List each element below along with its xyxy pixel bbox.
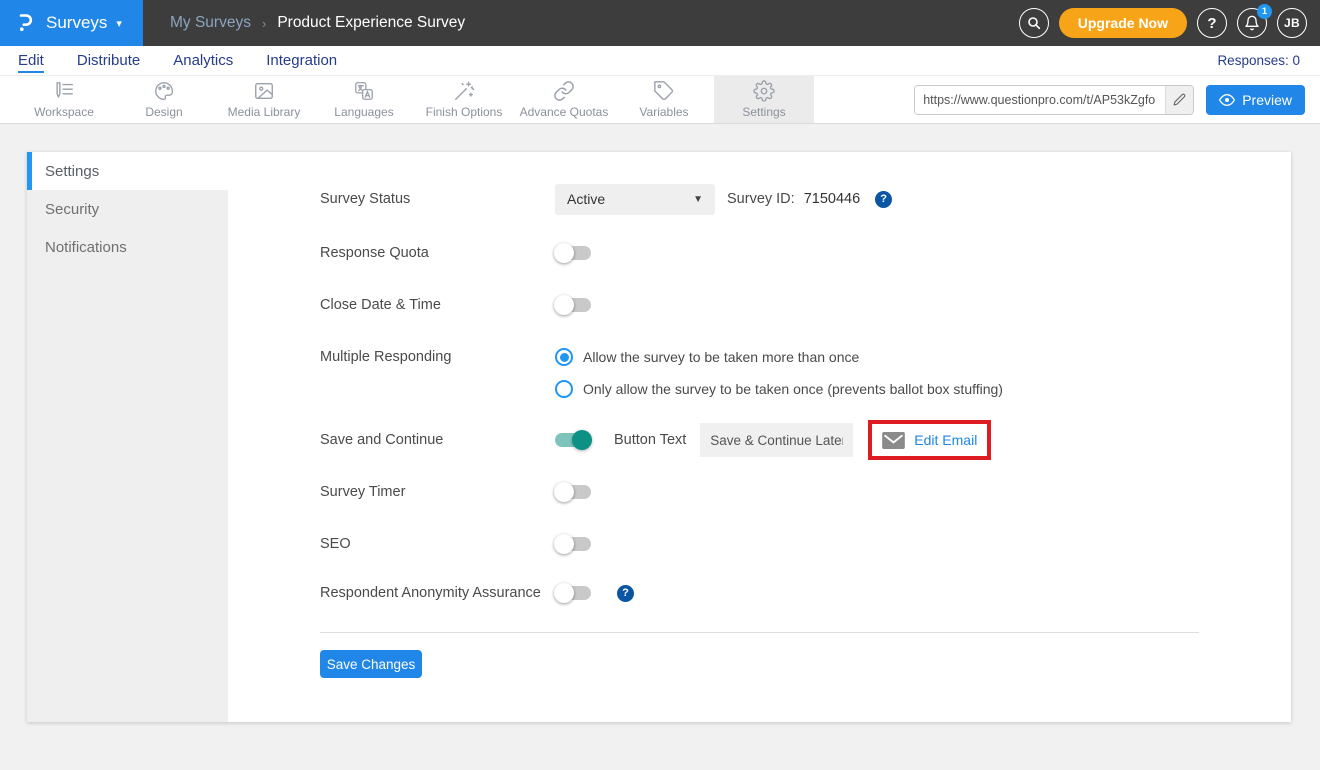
survey-id-help-icon[interactable]: ? [875,191,892,208]
breadcrumb-parent[interactable]: My Surveys [170,14,251,32]
survey-nav-tabs: Edit Distribute Analytics Integration Re… [0,46,1320,76]
tab-integration[interactable]: Integration [266,52,337,69]
button-text-label: Button Text [614,432,686,448]
seo-toggle[interactable] [555,537,591,551]
row-multiple-responding: Multiple Responding Allow the survey to … [320,346,1003,400]
wand-icon [453,80,475,102]
palette-icon [153,80,175,102]
response-quota-toggle[interactable] [555,246,591,260]
row-anonymity: Respondent Anonymity Assurance ? [320,577,634,609]
tab-distribute[interactable]: Distribute [77,52,140,69]
toolbar-item-workspace[interactable]: Workspace [14,76,114,123]
edit-toolbar: Workspace Design Media Library Lang [0,76,1320,124]
help-button[interactable]: ? [1197,8,1227,38]
save-and-continue-label: Save and Continue [320,432,555,448]
breadcrumb: My Surveys › Product Experience Survey [170,14,465,32]
notifications-button[interactable]: 1 [1237,8,1267,38]
toolbar-item-design[interactable]: Design [114,76,214,123]
survey-id-value: 7150446 [804,191,860,207]
multiple-responding-options: Allow the survey to be taken more than o… [555,346,1003,400]
search-icon [1026,15,1042,31]
responses-count: Responses: 0 [1217,53,1320,68]
survey-timer-toggle[interactable] [555,485,591,499]
toolbar-item-finish-options[interactable]: Finish Options [414,76,514,123]
survey-status-select[interactable]: Active ▼ [555,184,715,215]
edit-email-highlight-box: Edit Email [868,420,991,460]
bell-icon [1244,15,1260,31]
edit-url-button[interactable] [1165,86,1193,114]
sidebar-item-security[interactable]: Security [27,190,228,228]
radio-option-allow-multiple[interactable]: Allow the survey to be taken more than o… [555,346,1003,368]
multiple-responding-label: Multiple Responding [320,349,555,365]
translate-icon [353,80,375,102]
radio-option-only-once[interactable]: Only allow the survey to be taken once (… [555,378,1003,400]
notification-badge: 1 [1257,4,1272,19]
form-divider [320,632,1199,633]
tag-icon [653,80,675,102]
tab-analytics[interactable]: Analytics [173,52,233,69]
product-menu-label: Surveys [46,13,107,33]
close-date-toggle[interactable] [555,298,591,312]
radio-selected-icon [555,348,573,366]
save-and-continue-toggle[interactable] [555,433,591,447]
breadcrumb-current: Product Experience Survey [277,14,465,32]
row-seo: SEO [320,528,591,560]
chevron-down-icon: ▼ [693,194,703,205]
pencil-icon [1173,93,1186,106]
envelope-icon [882,432,905,449]
settings-card: Settings Security Notifications Survey S… [27,152,1291,722]
anonymity-help-icon[interactable]: ? [617,585,634,602]
sidebar-item-settings[interactable]: Settings [27,152,228,190]
avatar-initials: JB [1284,16,1300,30]
toolbar-item-media-library[interactable]: Media Library [214,76,314,123]
search-button[interactable] [1019,8,1049,38]
breadcrumb-separator-icon: › [262,16,266,31]
radio-unselected-icon [555,380,573,398]
edit-email-link[interactable]: Edit Email [914,432,977,448]
anonymity-label: Respondent Anonymity Assurance [320,585,555,601]
chevron-down-icon: ▾ [116,17,122,30]
button-text-input[interactable] [700,423,853,457]
workspace-icon [53,80,75,102]
survey-url-input[interactable] [915,86,1165,114]
gear-icon [753,80,775,102]
main-area: Settings Security Notifications Survey S… [0,124,1320,770]
preview-button[interactable]: Preview [1206,85,1305,115]
questionpro-logo-icon [13,11,37,35]
anonymity-toggle[interactable] [555,586,591,600]
top-header: Surveys ▾ My Surveys › Product Experienc… [0,0,1320,46]
settings-side-nav: Settings Security Notifications [27,152,228,722]
eye-icon [1219,92,1235,108]
upgrade-now-button[interactable]: Upgrade Now [1059,8,1187,38]
toolbar-item-advance-quotas[interactable]: Advance Quotas [514,76,614,123]
toolbar-item-variables[interactable]: Variables [614,76,714,123]
row-response-quota: Response Quota [320,237,591,269]
row-survey-timer: Survey Timer [320,476,591,508]
toolbar-item-languages[interactable]: Languages [314,76,414,123]
chain-link-icon [553,80,575,102]
header-actions: Upgrade Now ? 1 JB [1019,8,1320,38]
toolbar-item-settings[interactable]: Settings [714,76,814,123]
tab-edit[interactable]: Edit [18,52,44,69]
app-logo-menu[interactable]: Surveys ▾ [0,0,143,46]
row-close-date: Close Date & Time [320,289,591,321]
row-survey-status: Survey Status Active ▼ Survey ID: 715044… [320,183,892,215]
seo-label: SEO [320,536,555,552]
close-date-label: Close Date & Time [320,297,555,313]
save-changes-button[interactable]: Save Changes [320,650,422,678]
survey-timer-label: Survey Timer [320,484,555,500]
image-icon [253,80,275,102]
survey-status-label: Survey Status [320,191,555,207]
toolbar-right: Preview [914,76,1320,123]
survey-url-field [914,85,1194,115]
survey-id-label: Survey ID: [727,191,795,207]
row-save-and-continue: Save and Continue Button Text Edit Email [320,424,991,456]
avatar[interactable]: JB [1277,8,1307,38]
response-quota-label: Response Quota [320,245,555,261]
sidebar-item-notifications[interactable]: Notifications [27,228,228,266]
